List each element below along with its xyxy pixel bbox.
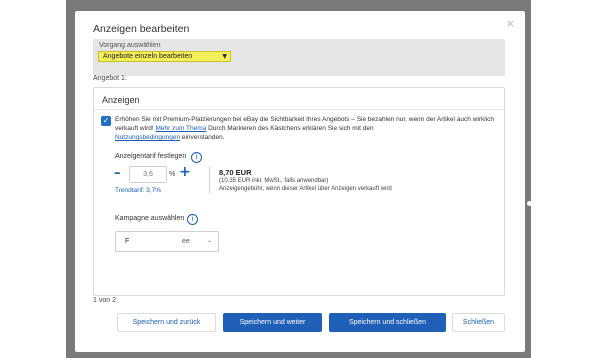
panel-divider bbox=[94, 109, 504, 110]
ad-rate-input[interactable] bbox=[129, 166, 167, 183]
ads-panel: Anzeigen ✓ Erhöhen Sie mit Premium-Platz… bbox=[93, 87, 505, 296]
fee-incl-tax: (10,35 EUR inkl. MwSt., falls anwendbar) bbox=[219, 178, 329, 184]
close-icon[interactable]: × bbox=[506, 17, 515, 30]
fee-amount: 8,70 EUR bbox=[219, 168, 252, 177]
campaign-info-icon[interactable]: i bbox=[187, 214, 198, 225]
decrease-rate-button[interactable]: – bbox=[114, 167, 121, 181]
promo-description: Erhöhen Sie mit Premium-Platzierungen be… bbox=[115, 115, 499, 142]
campaign-select-value: F bbox=[125, 238, 130, 245]
save-and-next-button[interactable]: Speichern und weiter bbox=[223, 313, 322, 332]
percent-sign: % bbox=[169, 171, 176, 178]
increase-rate-button[interactable]: + bbox=[179, 165, 191, 179]
save-and-back-button[interactable]: Speichern und zurück bbox=[117, 313, 216, 332]
fee-note: Anzeigengebühr, wenn dieser Artikel über… bbox=[219, 186, 392, 192]
promo-text-3: einverstanden. bbox=[181, 134, 225, 141]
save-and-close-button[interactable]: Speichern und schließen bbox=[329, 313, 446, 332]
dialog-title: Anzeigen bearbeiten bbox=[93, 23, 190, 35]
campaign-select-value-suffix: ee bbox=[182, 238, 190, 245]
offer-number-label: Angebot 1: bbox=[93, 75, 127, 82]
promoted-listings-checkbox[interactable]: ✓ bbox=[101, 116, 111, 126]
edit-ads-dialog: Anzeigen bearbeiten × Vorgang auswählen … bbox=[75, 11, 525, 352]
more-info-link[interactable]: Mehr zum Thema bbox=[155, 125, 206, 132]
trend-rate-link[interactable]: Trendtarif: 3,7% bbox=[115, 187, 161, 194]
action-selector-section: Vorgang auswählen Angebote einzeln bearb… bbox=[93, 39, 505, 76]
action-select-value: Angebote einzeln bearbeiten bbox=[103, 53, 193, 60]
close-button[interactable]: Schließen bbox=[452, 313, 505, 332]
panel-title: Anzeigen bbox=[102, 95, 140, 105]
pager-indicator: 1 von 2 bbox=[93, 297, 116, 304]
chevron-down-icon: ⌄ bbox=[206, 237, 212, 244]
ad-rate-info-icon[interactable]: i bbox=[191, 152, 202, 163]
scroll-indicator bbox=[527, 201, 532, 206]
dropdown-arrow-icon: ▼ bbox=[222, 53, 227, 60]
ad-rate-label: Anzeigentarif festlegen bbox=[115, 153, 187, 160]
fee-divider bbox=[209, 167, 210, 193]
action-selector-label: Vorgang auswählen bbox=[99, 42, 161, 49]
action-select[interactable]: Angebote einzeln bearbeiten ▼ bbox=[98, 51, 231, 62]
terms-link[interactable]: Nutzungsbedingungen bbox=[115, 134, 180, 141]
promo-text-2: Durch Markieren des Kästchens erklären S… bbox=[208, 125, 374, 132]
campaign-select[interactable]: F ee ⌄ bbox=[115, 231, 219, 252]
campaign-label: Kampagne auswählen bbox=[115, 215, 185, 222]
